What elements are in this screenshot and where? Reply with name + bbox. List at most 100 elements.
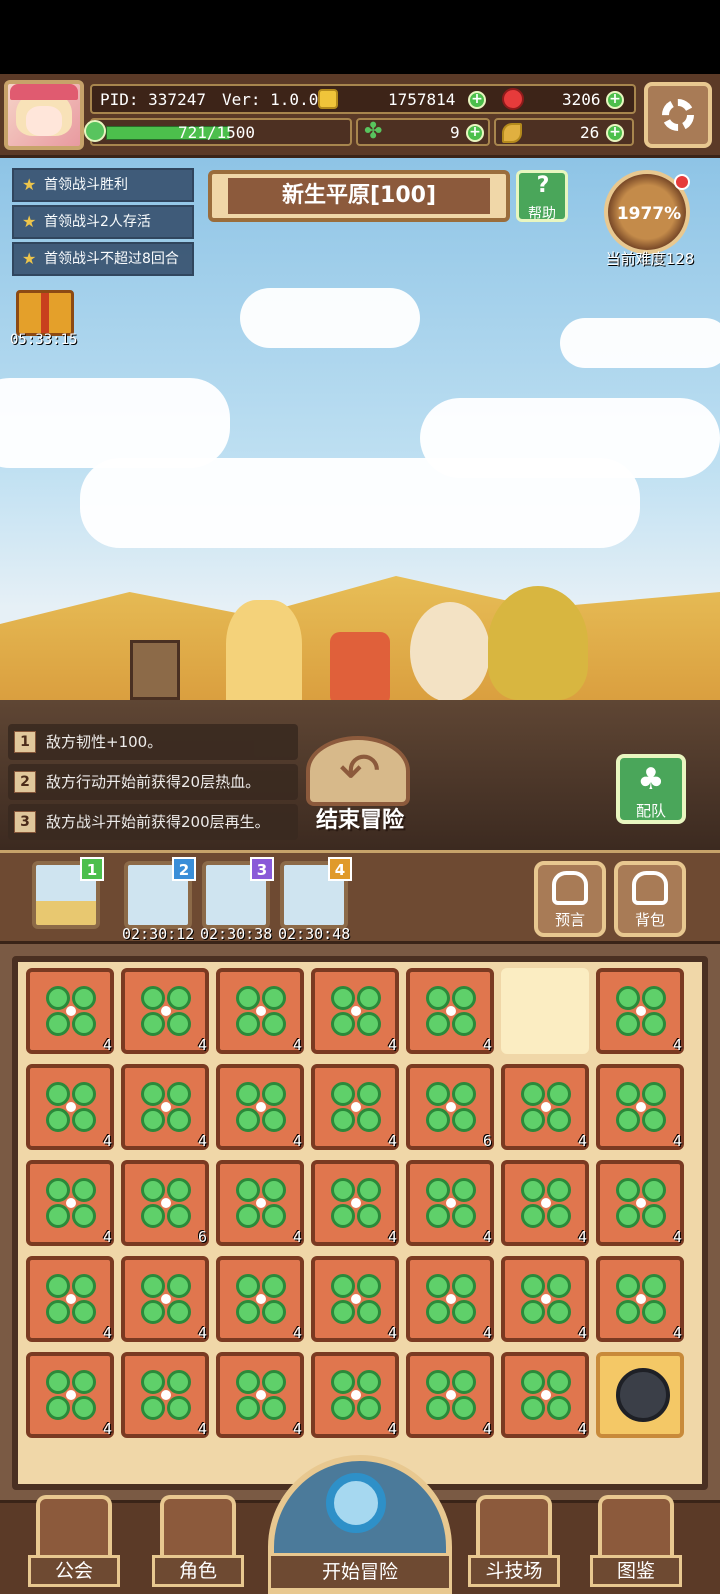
- team-label: 配队: [635, 802, 666, 820]
- inventory-slot-clover[interactable]: 4: [121, 968, 209, 1054]
- item-count: 4: [102, 1420, 112, 1438]
- inventory-slot-pot[interactable]: [596, 1352, 684, 1438]
- inventory-slot-clover[interactable]: 4: [216, 1160, 304, 1246]
- inventory-slot-clover[interactable]: 4: [311, 1064, 399, 1150]
- inventory-slot-clover[interactable]: 4: [596, 1064, 684, 1150]
- item-count: 4: [482, 1420, 492, 1438]
- item-count: 4: [292, 1132, 302, 1150]
- nav-arena[interactable]: 斗技场: [468, 1495, 560, 1591]
- map-slot-4[interactable]: 4: [280, 857, 352, 929]
- nav-arena-label: 斗技场: [468, 1555, 560, 1587]
- slot-number: 1: [80, 857, 104, 881]
- inventory-slot-clover[interactable]: 4: [501, 1064, 589, 1150]
- hero-gold[interactable]: [488, 586, 588, 700]
- inventory-slot-clover[interactable]: 6: [121, 1160, 209, 1246]
- inventory-slot-clover[interactable]: 4: [596, 968, 684, 1054]
- hero-blonde[interactable]: [226, 600, 302, 710]
- clover-count: ✤ 9 +: [356, 118, 490, 146]
- inventory-slot-clover[interactable]: 4: [311, 1256, 399, 1342]
- slot-number: 4: [328, 857, 352, 881]
- inventory-slot-clover[interactable]: 4: [406, 968, 494, 1054]
- inventory-slot-clover[interactable]: 4: [26, 1160, 114, 1246]
- gift-box-button[interactable]: [16, 290, 74, 336]
- four-leaf-clover-icon: [141, 1274, 191, 1324]
- question-icon: ?: [536, 173, 550, 198]
- settings-button[interactable]: [644, 82, 712, 148]
- inventory-slot-clover[interactable]: 4: [26, 1352, 114, 1438]
- team-button[interactable]: ♣ 配队: [616, 754, 686, 824]
- item-count: 4: [102, 1132, 112, 1150]
- end-adventure-button[interactable]: ↶: [306, 736, 410, 806]
- ticket-count: 26 +: [494, 118, 634, 146]
- inventory-slot-clover[interactable]: 4: [121, 1256, 209, 1342]
- four-leaf-clover-icon: [46, 1082, 96, 1132]
- gold-add-button[interactable]: +: [468, 91, 486, 109]
- item-count: 4: [387, 1228, 397, 1246]
- inventory-slot-clover[interactable]: 4: [596, 1160, 684, 1246]
- inventory-slot-clover[interactable]: 4: [406, 1256, 494, 1342]
- top-hud: PID: 337247 Ver: 1.0.0.7 1757814 + 3206 …: [0, 74, 720, 158]
- inventory-slot-clover[interactable]: 4: [216, 1352, 304, 1438]
- inventory-slot-clover[interactable]: 4: [121, 1064, 209, 1150]
- item-count: 4: [197, 1036, 207, 1054]
- map-slot-1[interactable]: 1: [32, 857, 104, 929]
- prophecy-button[interactable]: 预言: [534, 861, 606, 937]
- star-icon: ★: [22, 175, 37, 194]
- map-slot-2[interactable]: 2: [124, 857, 196, 929]
- nav-codex-label: 图鉴: [590, 1555, 682, 1587]
- map-slot-3[interactable]: 3: [202, 857, 274, 929]
- bag-button[interactable]: 背包: [614, 861, 686, 937]
- item-count: 4: [577, 1132, 587, 1150]
- item-count: 4: [102, 1228, 112, 1246]
- inventory-slot-clover[interactable]: 4: [311, 968, 399, 1054]
- quest-item: ★ 首领战斗胜利: [12, 168, 194, 202]
- ticket-icon: [502, 123, 522, 143]
- notification-dot: [674, 174, 690, 190]
- inventory-slot-clover[interactable]: 4: [216, 1256, 304, 1342]
- effect-number: 3: [14, 811, 36, 833]
- nav-guild[interactable]: 公会: [28, 1495, 120, 1591]
- item-count: 4: [672, 1132, 682, 1150]
- nav-codex[interactable]: 图鉴: [590, 1495, 682, 1591]
- help-button[interactable]: ? 帮助: [516, 170, 568, 222]
- inventory-slot-clover[interactable]: 4: [121, 1352, 209, 1438]
- difficulty-gauge[interactable]: 1977%: [604, 170, 690, 254]
- end-adventure-label[interactable]: 结束冒险: [300, 802, 420, 834]
- inventory-slot-clover[interactable]: 4: [501, 1256, 589, 1342]
- item-count: 4: [387, 1132, 397, 1150]
- quest-item: ★ 首领战斗2人存活: [12, 205, 194, 239]
- hero-white[interactable]: [410, 602, 490, 702]
- quest-text: 首领战斗胜利: [44, 177, 128, 193]
- inventory-slot-clover[interactable]: 4: [216, 968, 304, 1054]
- item-count: 4: [482, 1228, 492, 1246]
- inventory-slot-clover[interactable]: 4: [26, 968, 114, 1054]
- inventory-slot-clover[interactable]: 4: [216, 1064, 304, 1150]
- item-count: 4: [387, 1420, 397, 1438]
- four-leaf-clover-icon: [616, 1274, 666, 1324]
- clover-value: 9: [450, 123, 460, 142]
- inventory-slot-empty[interactable]: [501, 968, 589, 1054]
- back-arrow-icon: ↶: [339, 742, 381, 800]
- ruby-value: 3206: [562, 90, 601, 109]
- four-leaf-clover-icon: [426, 1082, 476, 1132]
- ruby-add-button[interactable]: +: [606, 91, 624, 109]
- inventory-slot-clover[interactable]: 4: [311, 1160, 399, 1246]
- inventory-slot-clover[interactable]: 4: [406, 1352, 494, 1438]
- inventory-slot-clover[interactable]: 4: [596, 1256, 684, 1342]
- inventory-slot-clover[interactable]: 4: [26, 1064, 114, 1150]
- inventory-slot-clover[interactable]: 4: [406, 1160, 494, 1246]
- inventory-slot-clover[interactable]: 6: [406, 1064, 494, 1150]
- ticket-add-button[interactable]: +: [606, 124, 624, 142]
- player-avatar[interactable]: [4, 80, 84, 150]
- inventory-slot-clover[interactable]: 4: [26, 1256, 114, 1342]
- four-leaf-clover-icon: [426, 986, 476, 1036]
- four-leaf-clover-icon: [521, 1370, 571, 1420]
- stage-title-plate: 新生平原[100]: [208, 170, 510, 222]
- clover-add-button[interactable]: +: [466, 124, 484, 142]
- inventory-slot-clover[interactable]: 4: [311, 1352, 399, 1438]
- nav-character[interactable]: 角色: [152, 1495, 244, 1591]
- cauldron-icon: [616, 1368, 670, 1422]
- inventory-slot-clover[interactable]: 4: [501, 1160, 589, 1246]
- bottom-nav: 公会 角色 开始冒险 斗技场 图鉴: [0, 1455, 720, 1594]
- inventory-slot-clover[interactable]: 4: [501, 1352, 589, 1438]
